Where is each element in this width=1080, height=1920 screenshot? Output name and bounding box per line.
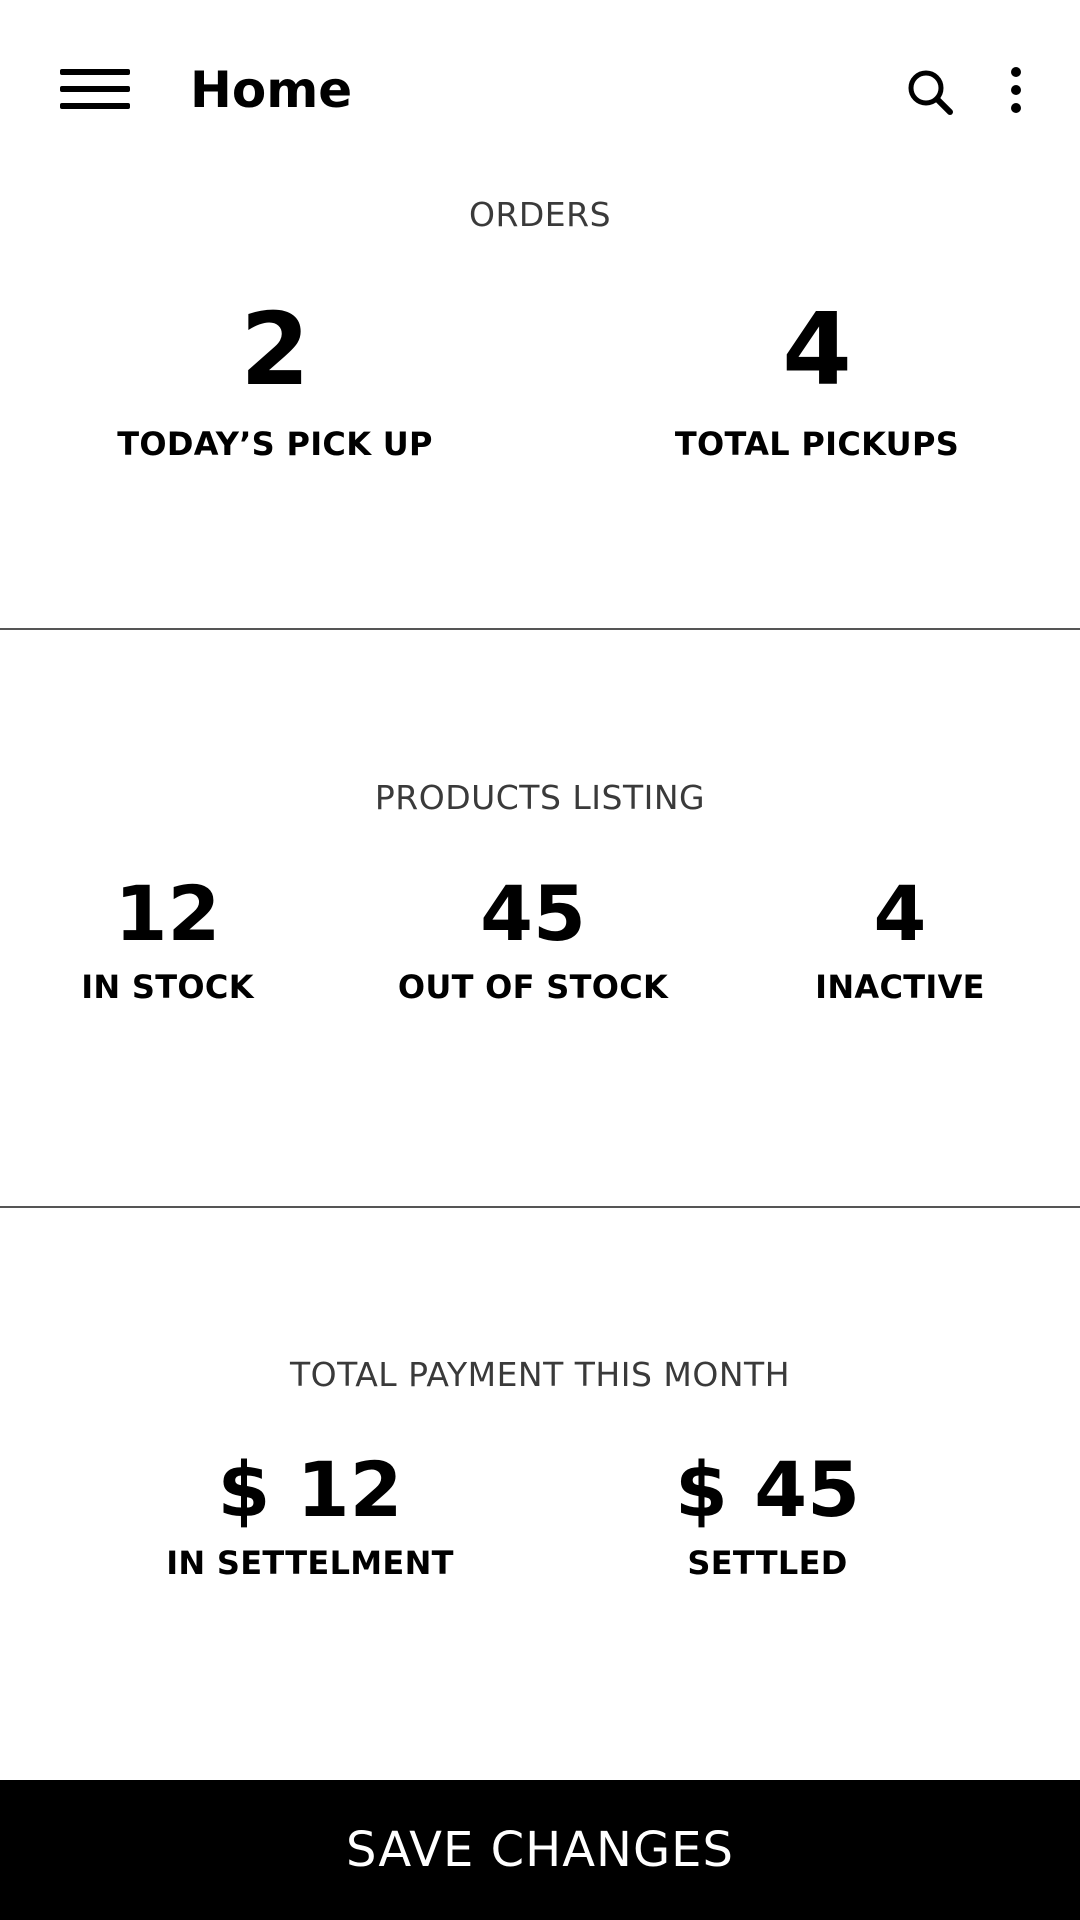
section-divider [0, 628, 1080, 630]
stat-total-pickups[interactable]: 4 TOTAL PICKUPS [642, 291, 992, 464]
save-changes-button[interactable]: SAVE CHANGES [0, 1780, 1080, 1920]
stat-value: 12 [114, 869, 221, 958]
stat-inactive[interactable]: 4 INACTIVE [760, 869, 1040, 1007]
products-section-title: PRODUCTS LISTING [374, 778, 706, 817]
payments-section-title: TOTAL PAYMENT THIS MONTH [289, 1355, 791, 1394]
stat-label: IN STOCK [81, 968, 254, 1006]
stat-value: $ 45 [674, 1445, 861, 1534]
stat-in-stock[interactable]: 12 IN STOCK [20, 869, 315, 1007]
stat-value: 4 [782, 291, 852, 408]
stat-label: OUT OF STOCK [397, 968, 669, 1006]
stat-label: IN SETTELMENT [166, 1544, 454, 1582]
stat-value: 4 [873, 869, 927, 958]
orders-section-title: ORDERS [468, 195, 612, 234]
hamburger-menu-icon[interactable] [60, 67, 130, 111]
stat-settled[interactable]: $ 45 SETTLED [600, 1445, 935, 1583]
stat-label: TODAY’S PICK UP [117, 425, 433, 463]
stat-value: $ 12 [217, 1445, 403, 1534]
stat-label: INACTIVE [815, 968, 985, 1006]
page-title: Home [190, 61, 353, 119]
stat-value: 45 [480, 869, 586, 958]
stat-in-settlement[interactable]: $ 12 IN SETTELMENT [140, 1445, 480, 1583]
stat-label: SETTLED [687, 1544, 848, 1582]
stat-label: TOTAL PICKUPS [674, 425, 960, 463]
more-vertical-icon[interactable] [990, 62, 1042, 122]
app-bar: Home [0, 0, 1080, 180]
section-divider [0, 1206, 1080, 1208]
stat-value: 2 [240, 291, 310, 408]
stat-todays-pickup[interactable]: 2 TODAY’S PICK UP [100, 291, 450, 464]
stat-out-of-stock[interactable]: 45 OUT OF STOCK [378, 869, 688, 1007]
search-icon[interactable] [900, 62, 960, 122]
